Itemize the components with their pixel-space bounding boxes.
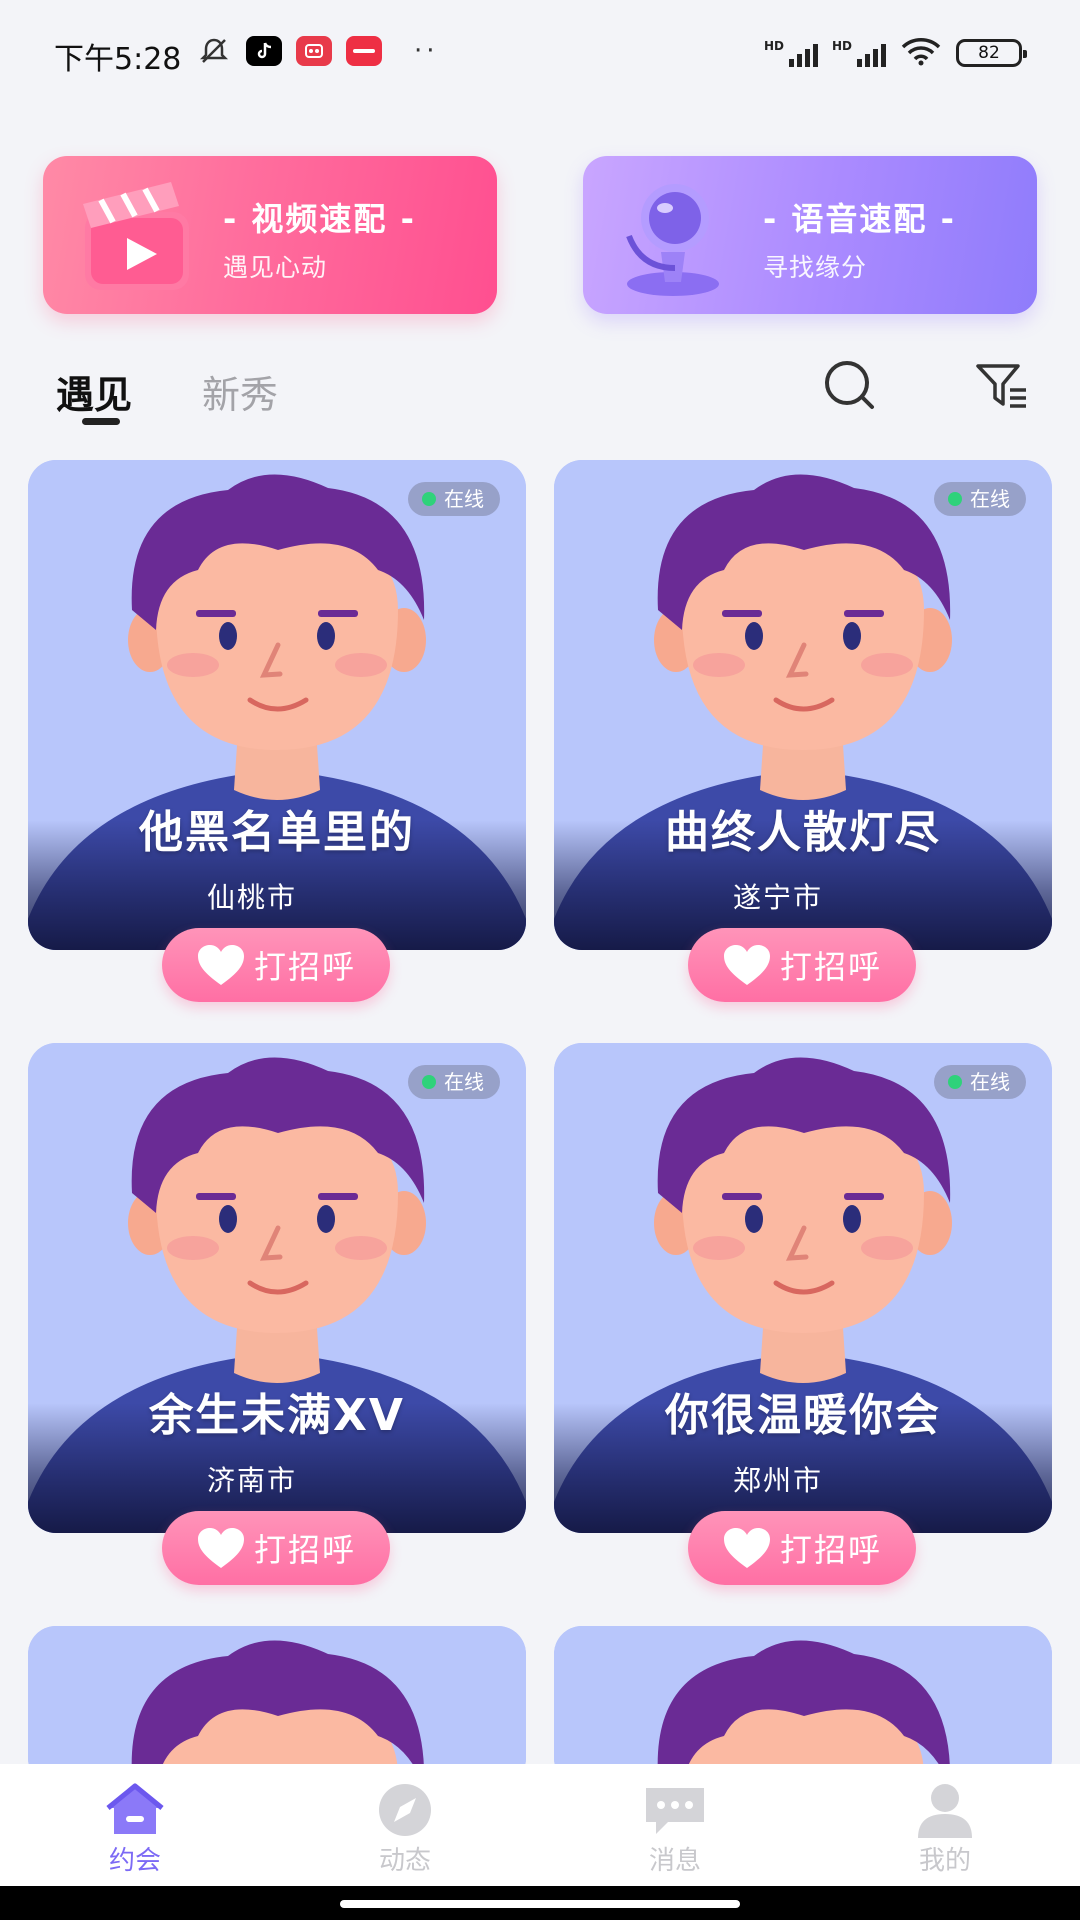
greet-button[interactable]: 打招呼 xyxy=(688,928,916,1002)
nav-item-moments[interactable]: 动态 xyxy=(270,1764,540,1886)
tiktok-icon xyxy=(246,36,282,66)
nav-label: 我的 xyxy=(918,1846,971,1876)
signal-icon-2: HD xyxy=(832,39,886,67)
nav-item-profile[interactable]: 我的 xyxy=(810,1764,1080,1886)
voice-match-title: - 语音速配 - xyxy=(763,200,956,238)
mute-bell-icon xyxy=(196,36,232,66)
status-time: 下午5:28 xyxy=(54,42,182,77)
user-name: 余生未满XV xyxy=(149,1390,405,1441)
active-tab-indicator xyxy=(82,418,120,425)
nav-label: 动态 xyxy=(378,1846,431,1876)
video-match-banner[interactable]: - 视频速配 - 遇见心动 xyxy=(43,156,497,314)
heart-icon xyxy=(197,945,244,985)
user-card[interactable]: 在线 他黑名单里的 仙桃市 xyxy=(28,460,526,950)
user-card[interactable] xyxy=(554,1626,1052,1786)
video-match-title: - 视频速配 - xyxy=(223,200,416,238)
tab-new[interactable]: 新秀 xyxy=(202,364,278,419)
heart-icon xyxy=(723,1528,770,1568)
avatar xyxy=(28,1626,526,1786)
search-icon[interactable] xyxy=(820,358,880,414)
status-bar: 下午5:28 ·· HD HD 82 xyxy=(0,0,1080,104)
status-notification-icons: ·· xyxy=(196,36,439,66)
online-badge: 在线 xyxy=(934,1065,1026,1099)
battery-indicator: 82 xyxy=(956,39,1027,67)
greet-label: 打招呼 xyxy=(253,1531,356,1569)
video-app-icon xyxy=(296,36,332,66)
online-badge: 在线 xyxy=(408,482,500,516)
message-icon xyxy=(646,1788,704,1834)
avatar xyxy=(554,1626,1052,1786)
user-name: 你很温暖你会 xyxy=(665,1390,941,1441)
greet-button[interactable]: 打招呼 xyxy=(162,1511,390,1585)
video-clapper-icon xyxy=(83,182,189,290)
compass-icon xyxy=(379,1784,431,1836)
person-icon xyxy=(918,1784,972,1838)
microphone-icon xyxy=(626,184,719,296)
voice-match-subtitle: 寻找缘分 xyxy=(763,253,868,282)
bottom-nav: 约会 动态 消息 我的 xyxy=(0,1764,1080,1886)
xiaohongshu-icon xyxy=(346,36,382,66)
nav-label: 约会 xyxy=(108,1846,161,1876)
user-card[interactable] xyxy=(28,1626,526,1786)
greet-label: 打招呼 xyxy=(779,948,882,986)
nav-label: 消息 xyxy=(648,1846,701,1876)
nav-item-messages[interactable]: 消息 xyxy=(540,1764,810,1886)
filter-icon[interactable] xyxy=(972,358,1032,414)
user-card[interactable]: 在线 你很温暖你会 郑州市 xyxy=(554,1043,1052,1533)
online-badge: 在线 xyxy=(934,482,1026,516)
user-name: 曲终人散灯尽 xyxy=(665,807,941,858)
signal-icon-1: HD xyxy=(764,39,818,67)
user-card[interactable]: 在线 曲终人散灯尽 遂宁市 xyxy=(554,460,1052,950)
user-city: 仙桃市 xyxy=(206,881,297,914)
more-notifications-dots: ·· xyxy=(414,36,439,66)
greet-label: 打招呼 xyxy=(779,1531,882,1569)
nav-item-dating[interactable]: 约会 xyxy=(0,1764,270,1886)
heart-icon xyxy=(723,945,770,985)
online-badge: 在线 xyxy=(408,1065,500,1099)
user-city: 遂宁市 xyxy=(732,881,823,914)
user-card[interactable]: 在线 余生未满XV 济南市 xyxy=(28,1043,526,1533)
greet-label: 打招呼 xyxy=(253,948,356,986)
heart-icon xyxy=(197,1528,244,1568)
wifi-icon xyxy=(900,36,942,70)
tab-meet[interactable]: 遇见 xyxy=(56,364,132,419)
voice-match-banner[interactable]: - 语音速配 - 寻找缘分 xyxy=(583,156,1037,314)
video-match-subtitle: 遇见心动 xyxy=(223,253,328,282)
home-icon xyxy=(106,1783,164,1834)
user-name: 他黑名单里的 xyxy=(139,807,415,858)
greet-button[interactable]: 打招呼 xyxy=(688,1511,916,1585)
home-indicator[interactable] xyxy=(340,1900,740,1908)
user-city: 济南市 xyxy=(206,1464,297,1497)
user-city: 郑州市 xyxy=(732,1464,823,1497)
status-system-icons: HD HD 82 xyxy=(764,36,1027,70)
greet-button[interactable]: 打招呼 xyxy=(162,928,390,1002)
